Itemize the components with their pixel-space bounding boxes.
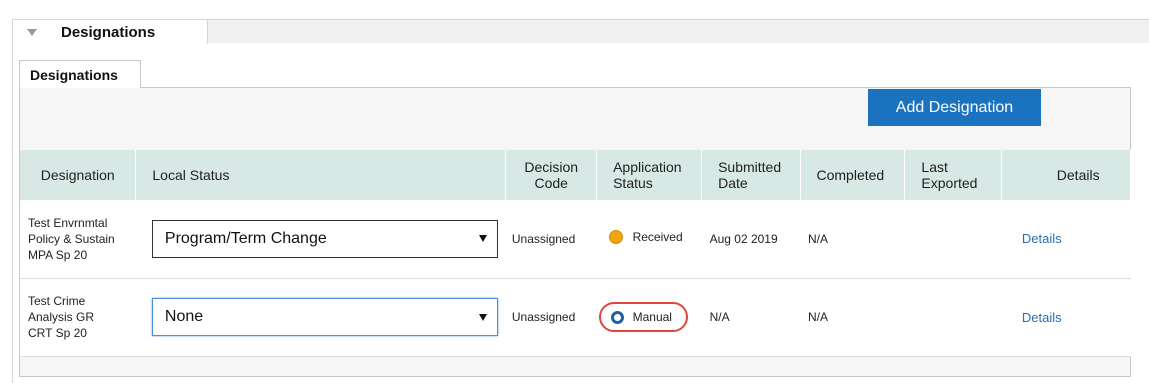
table-header-row: Designation Local Status Decision Code A… [20,150,1131,200]
last-exported-cell [904,278,1002,357]
designation-cell: Test Envrnmtal Policy & Sustain MPA Sp 2… [20,200,136,279]
local-status-select[interactable]: None [151,298,498,336]
section-title: Designations [61,23,156,41]
completed-cell: N/A [800,200,905,279]
table-row: Test Envrnmtal Policy & Sustain MPA Sp 2… [20,200,1131,279]
manual-status-highlight: Manual [598,302,688,332]
manual-status-icon [610,310,624,324]
received-status-icon [608,230,623,245]
column-header-last-exported[interactable]: Last Exported [904,150,1003,200]
add-designation-button[interactable]: Add Designation [868,89,1041,126]
section-tab[interactable]: Designations [12,19,208,44]
application-status-label: Application Status [613,159,682,191]
table-row: Test Crime Analysis GR CRT Sp 20 None Un… [20,278,1131,357]
dropdown-caret-icon [478,235,487,243]
application-status-value: Received [632,230,683,245]
section-header-bar: Designations [12,19,1149,44]
designations-table: Designation Local Status Decision Code A… [20,150,1131,357]
submitted-date-cell: N/A [701,278,800,357]
column-header-details[interactable]: Details [1001,150,1131,200]
submitted-date-cell: Aug 02 2019 [701,200,800,279]
collapse-arrow-icon[interactable] [27,28,37,36]
designation-line: Policy & Sustain [28,231,115,246]
designation-line: CRT Sp 20 [28,326,87,340]
decision-code-cell: Unassigned [505,200,597,279]
designation-line: Test Envrnmtal [28,215,108,230]
details-cell: Details [1001,200,1131,279]
application-status-cell: Received [596,200,702,279]
completed-cell: N/A [800,278,905,357]
designation-line: Test Crime [28,294,86,308]
last-exported-cell [904,200,1002,279]
local-status-cell: Program/Term Change [135,200,506,279]
details-cell: Details [1001,278,1131,357]
local-status-value: Program/Term Change [164,229,327,247]
left-border [12,43,13,383]
tab-designations[interactable]: Designations [19,60,141,88]
local-status-cell: None [135,278,506,357]
column-header-submitted-date[interactable]: Submitted Date [701,150,801,200]
details-link[interactable]: Details [1022,231,1062,246]
details-link[interactable]: Details [1022,310,1062,325]
decision-code-label: Decision Code [524,159,579,191]
last-exported-label: Last Exported [921,159,978,191]
local-status-select[interactable]: Program/Term Change [151,219,498,258]
column-header-decision-code[interactable]: Decision Code [505,150,598,200]
application-status-cell: Manual [596,278,702,357]
designation-line: Analysis GR [28,310,95,324]
designation-cell: Test Crime Analysis GR CRT Sp 20 [20,278,136,357]
application-status-value: Manual [632,310,672,324]
column-header-application-status[interactable]: Application Status [596,150,703,200]
dropdown-caret-icon [478,313,487,321]
decision-code-cell: Unassigned [505,278,597,357]
column-header-local-status[interactable]: Local Status [135,150,507,200]
column-header-completed[interactable]: Completed [800,150,906,200]
local-status-value: None [164,308,204,325]
submitted-date-label: Submitted Date [718,159,782,191]
column-header-designation[interactable]: Designation [20,150,137,200]
designations-panel: Add Designation Designation Local Status… [19,87,1131,377]
designation-line: MPA Sp 20 [28,247,88,262]
